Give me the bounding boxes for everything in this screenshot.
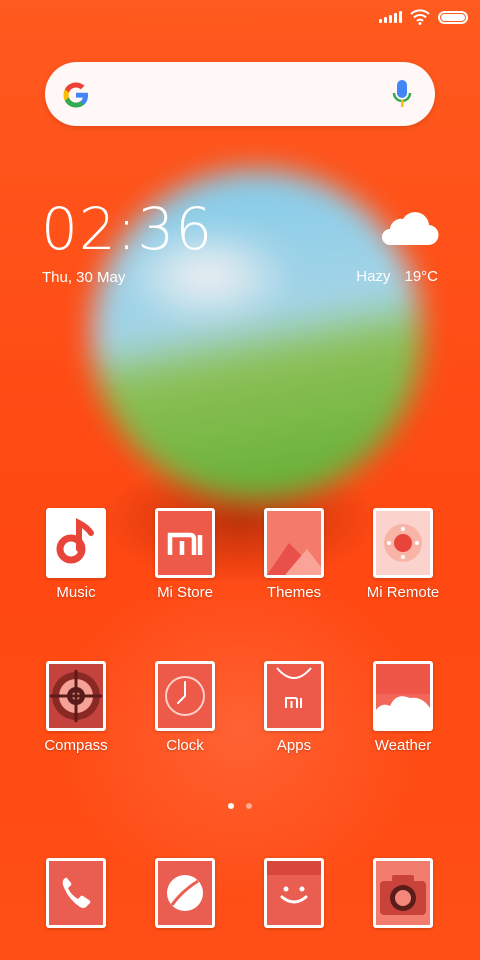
- phone-icon: [46, 858, 106, 928]
- cloud-icon[interactable]: [376, 207, 440, 249]
- app-mi-store[interactable]: Mi Store: [130, 508, 240, 601]
- google-icon: [63, 82, 88, 108]
- clock-icon: [155, 661, 215, 731]
- signal-icon: [379, 11, 402, 23]
- status-bar: [379, 6, 468, 28]
- app-apps[interactable]: Apps: [239, 661, 349, 754]
- app-label: Mi Remote: [366, 584, 440, 601]
- weather-temperature: 19°C: [404, 268, 438, 285]
- app-label: Weather: [374, 737, 432, 754]
- google-search-bar[interactable]: [45, 62, 435, 126]
- dock-phone[interactable]: [21, 858, 131, 928]
- dock-camera[interactable]: [348, 858, 458, 928]
- app-mi-remote[interactable]: Mi Remote: [348, 508, 458, 601]
- app-label: Apps: [276, 737, 312, 754]
- camera-icon: [373, 858, 433, 928]
- themes-icon: [264, 508, 324, 578]
- microphone-icon[interactable]: [391, 78, 413, 110]
- app-label: Clock: [166, 737, 204, 754]
- music-icon: [46, 508, 106, 578]
- app-themes[interactable]: Themes: [239, 508, 349, 601]
- clock-date: Thu, 30 May: [42, 269, 126, 286]
- app-label: Mi Store: [157, 584, 213, 601]
- page-dot[interactable]: [246, 803, 252, 809]
- dock-browser[interactable]: [130, 858, 240, 928]
- app-clock[interactable]: Clock: [130, 661, 240, 754]
- battery-icon: [438, 10, 468, 24]
- page-dot-active[interactable]: [228, 803, 234, 809]
- app-compass[interactable]: Compass: [21, 661, 131, 754]
- messages-icon: [264, 858, 324, 928]
- apps-store-icon: [264, 661, 324, 731]
- weather-condition: Hazy: [356, 268, 391, 285]
- compass-icon: [46, 661, 106, 731]
- app-label: Music: [56, 584, 96, 601]
- dock-messages[interactable]: [239, 858, 349, 928]
- app-weather[interactable]: Weather: [348, 661, 458, 754]
- browser-icon: [155, 858, 215, 928]
- remote-icon: [373, 508, 433, 578]
- mi-store-icon: [155, 508, 215, 578]
- weather-summary[interactable]: Hazy 19°C: [356, 268, 438, 285]
- clock-time[interactable]: 02:36: [41, 200, 213, 258]
- app-music[interactable]: Music: [21, 508, 131, 601]
- wifi-icon: [410, 9, 430, 25]
- weather-icon: [373, 661, 433, 731]
- app-label: Themes: [266, 584, 322, 601]
- page-indicator: [228, 803, 252, 809]
- app-label: Compass: [44, 737, 108, 754]
